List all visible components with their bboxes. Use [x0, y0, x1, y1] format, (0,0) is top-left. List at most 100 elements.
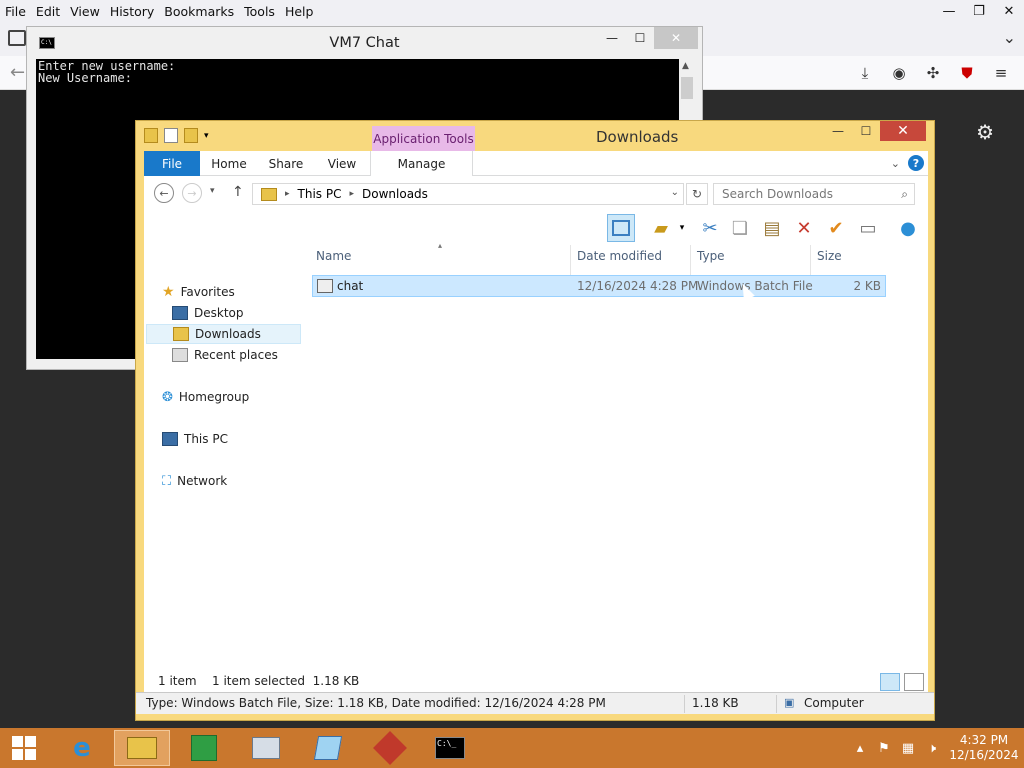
folder-icon[interactable]: [144, 128, 158, 143]
menu-help[interactable]: Help: [280, 4, 319, 19]
back-arrow-icon[interactable]: ←: [10, 62, 25, 83]
console-close-icon[interactable]: ✕: [654, 27, 698, 49]
notepad-icon[interactable]: [300, 730, 356, 766]
volume-muted-icon[interactable]: 🕨: [920, 741, 944, 756]
explorer-titlebar[interactable]: ▾ Application Tools Downloads — ☐ ✕: [136, 121, 934, 151]
up-icon[interactable]: ↑: [232, 184, 244, 200]
refresh-icon[interactable]: ↻: [686, 183, 708, 205]
chevron-right-icon[interactable]: ▸: [349, 189, 354, 199]
browser-restore-icon[interactable]: ❐: [964, 0, 994, 22]
menu-file[interactable]: File: [0, 4, 31, 19]
new-folder-icon[interactable]: [184, 128, 198, 143]
scrollbar-thumb[interactable]: [681, 77, 693, 99]
menu-tools[interactable]: Tools: [239, 4, 280, 19]
address-row: ← → ▾ ↑ ▸ This PC ▸ Downloads ⌄ ↻ Search…: [144, 177, 928, 211]
tab-share[interactable]: Share: [258, 151, 314, 176]
search-placeholder: Search Downloads: [722, 187, 833, 201]
search-icon[interactable]: ⌕: [901, 187, 908, 202]
nav-favorites[interactable]: ★ Favorites: [162, 282, 235, 302]
address-dropdown-icon[interactable]: ⌄: [671, 187, 679, 198]
hamburger-menu-icon[interactable]: ≡: [988, 60, 1014, 86]
nav-downloads[interactable]: Downloads: [146, 324, 301, 344]
rename-icon[interactable]: ▭: [854, 214, 882, 242]
tab-file[interactable]: File: [144, 151, 200, 176]
menu-view[interactable]: View: [65, 4, 105, 19]
tab-view[interactable]: View: [314, 151, 370, 176]
search-input[interactable]: Search Downloads ⌕: [713, 183, 915, 205]
column-type[interactable]: Type: [697, 249, 725, 269]
download-icon[interactable]: ⤓: [852, 60, 878, 86]
browser-minimize-icon[interactable]: —: [934, 0, 964, 22]
column-divider[interactable]: [810, 245, 811, 275]
chevron-right-icon[interactable]: ▸: [285, 189, 290, 199]
extensions-icon[interactable]: ✣: [920, 60, 946, 86]
console-maximize-icon[interactable]: ☐: [626, 27, 654, 49]
explorer-close-icon[interactable]: ✕: [880, 121, 926, 141]
preview-pane-icon[interactable]: [607, 214, 635, 242]
chevron-down-icon[interactable]: ⌄: [1003, 28, 1016, 47]
help-icon[interactable]: ?: [908, 155, 924, 171]
breadcrumb-this-pc[interactable]: This PC: [298, 187, 342, 201]
internet-explorer-icon[interactable]: e: [54, 730, 110, 766]
tab-list-icon[interactable]: [8, 30, 26, 46]
account-icon[interactable]: ◉: [886, 60, 912, 86]
explorer-minimize-icon[interactable]: —: [824, 121, 852, 141]
column-divider[interactable]: [570, 245, 571, 275]
console-titlebar[interactable]: C:\ VM7 Chat — ☐ ✕: [27, 27, 702, 59]
copy-icon[interactable]: ❏: [726, 214, 754, 242]
column-name[interactable]: Name: [316, 249, 351, 269]
checkmark-icon[interactable]: ✔: [822, 214, 850, 242]
file-explorer-icon[interactable]: [114, 730, 170, 766]
menu-edit[interactable]: Edit: [31, 4, 65, 19]
column-date-modified[interactable]: Date modified: [577, 249, 662, 269]
tab-home[interactable]: Home: [200, 151, 258, 176]
nav-network[interactable]: ⛶ Network: [162, 471, 227, 491]
gear-icon[interactable]: ⚙: [976, 120, 994, 144]
network-status-icon[interactable]: ▦: [896, 741, 920, 756]
nav-this-pc[interactable]: This PC: [162, 429, 228, 449]
start-button[interactable]: [0, 730, 48, 766]
taskbar: e C:\_ ▴ ⚑ ▦ 🕨 4:32 PM 12/16/2024: [0, 728, 1024, 768]
details-bar: Type: Windows Batch File, Size: 1.18 KB,…: [136, 692, 934, 714]
system-tray: ▴ ⚑ ▦ 🕨 4:32 PM 12/16/2024: [848, 728, 1024, 768]
column-size[interactable]: Size: [817, 249, 842, 269]
tray-expand-icon[interactable]: ▴: [848, 741, 872, 756]
nav-recent-places[interactable]: Recent places: [172, 345, 278, 365]
resource-monitor-icon[interactable]: [238, 730, 294, 766]
ublock-icon[interactable]: ⛊: [954, 60, 980, 86]
address-bar[interactable]: ▸ This PC ▸ Downloads ⌄: [252, 183, 684, 205]
explorer-maximize-icon[interactable]: ☐: [852, 121, 880, 141]
recent-locations-icon[interactable]: ▾: [210, 186, 215, 196]
ribbon-expand-icon[interactable]: ⌄: [891, 157, 900, 170]
browser-close-icon[interactable]: ✕: [994, 0, 1024, 22]
menu-history[interactable]: History: [105, 4, 159, 19]
cube-app-icon[interactable]: [362, 730, 418, 766]
properties-icon[interactable]: [164, 128, 178, 143]
menu-bookmarks[interactable]: Bookmarks: [159, 4, 239, 19]
tab-manage[interactable]: Manage: [370, 151, 473, 176]
nav-desktop[interactable]: Desktop: [172, 303, 244, 323]
forward-icon[interactable]: →: [182, 183, 202, 203]
clock[interactable]: 4:32 PM 12/16/2024: [944, 733, 1024, 763]
globe-icon[interactable]: ●: [894, 214, 922, 242]
details-view-icon[interactable]: [880, 673, 900, 691]
file-size: 2 KB: [853, 279, 881, 293]
breadcrumb-downloads[interactable]: Downloads: [362, 187, 428, 201]
delete-icon[interactable]: ✕: [790, 214, 818, 242]
large-icons-view-icon[interactable]: [904, 673, 924, 691]
paste-icon[interactable]: ▤: [758, 214, 786, 242]
network-icon: ⛶: [162, 473, 172, 489]
organize-dropdown-icon[interactable]: ▾: [668, 214, 696, 242]
column-divider[interactable]: [690, 245, 691, 275]
command-prompt-icon[interactable]: C:\_: [422, 730, 478, 766]
back-icon[interactable]: ←: [154, 183, 174, 203]
action-center-flag-icon[interactable]: ⚑: [872, 741, 896, 756]
qat-dropdown-icon[interactable]: ▾: [204, 131, 209, 141]
cut-icon[interactable]: ✂: [696, 214, 724, 242]
clock-time: 4:32 PM: [959, 733, 1009, 747]
scroll-up-icon[interactable]: ▲: [682, 61, 689, 71]
file-row[interactable]: chat 12/16/2024 4:28 PM Windows Batch Fi…: [312, 275, 886, 297]
nav-homegroup[interactable]: ❂ Homegroup: [162, 387, 249, 407]
store-icon[interactable]: [176, 730, 232, 766]
console-minimize-icon[interactable]: —: [598, 27, 626, 49]
